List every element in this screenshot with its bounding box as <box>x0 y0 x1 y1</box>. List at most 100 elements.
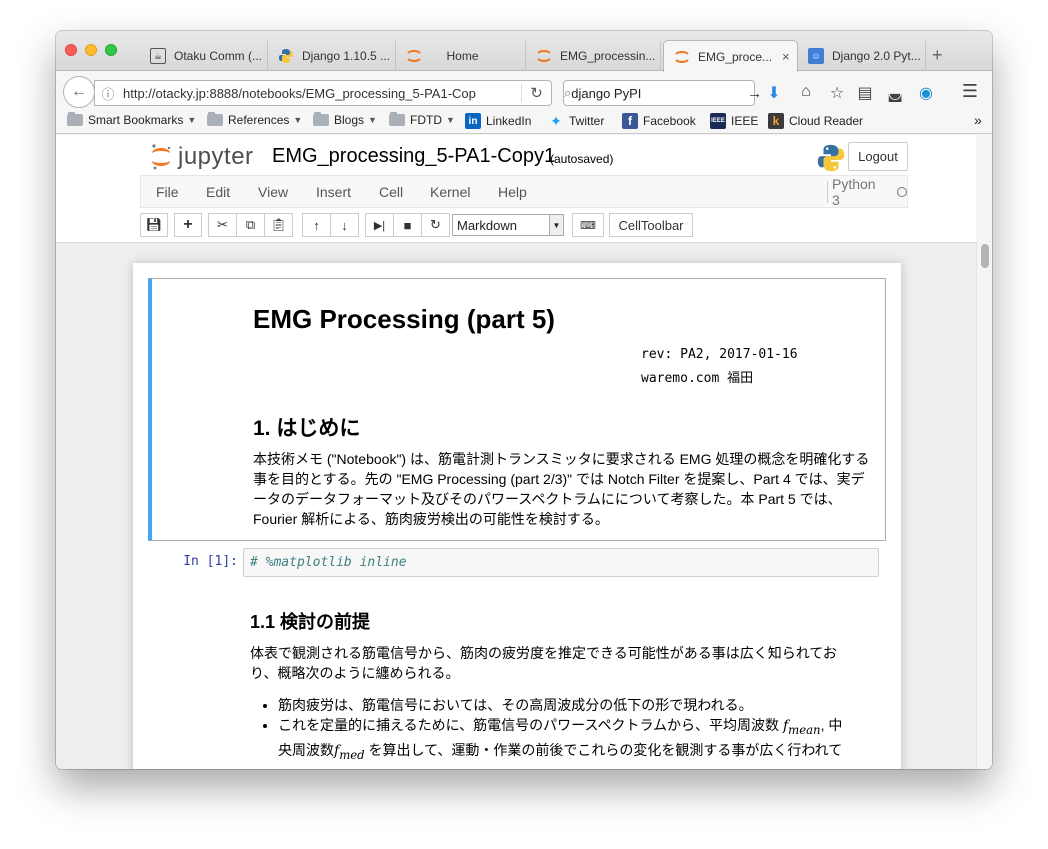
download-icon[interactable]: ⬇ <box>764 83 784 103</box>
logout-button[interactable]: Logout <box>848 142 908 171</box>
jupyter-wordmark: jupyter <box>178 143 254 170</box>
premise-bullet-list: 筋肉疲労は、筋電信号においては、その高周波成分の低下の形で現われる。 これを定量… <box>250 695 850 769</box>
bookmark-linkedin[interactable]: in LinkedIn <box>465 113 531 129</box>
author-line: waremo.com 福田 <box>641 371 754 386</box>
menu-view[interactable]: View <box>258 184 288 200</box>
url-text[interactable]: http://otacky.jp:8888/notebooks/EMG_proc… <box>119 86 521 101</box>
bookmark-label: Cloud Reader <box>789 114 864 128</box>
close-window-button[interactable] <box>65 44 77 56</box>
revision-line: rev: PA2, 2017-01-16 <box>641 347 798 362</box>
move-down-button[interactable]: ↓ <box>330 213 359 237</box>
scrollbar-thumb[interactable] <box>981 244 989 268</box>
jupyter-logo[interactable]: jupyter <box>150 143 254 171</box>
paste-icon: 📋︎ <box>270 217 287 232</box>
bookmark-label: References <box>228 113 290 127</box>
bookmarks-bar: Smart Bookmarks ▼ References ▼ Blogs ▼ FDTD… <box>56 109 992 134</box>
chevron-down-icon: ▼ <box>446 115 455 125</box>
folder-icon <box>313 112 329 126</box>
bookmark-label: IEEE <box>731 114 759 128</box>
bookmark-cloud-reader[interactable]: k Cloud Reader <box>768 113 863 129</box>
bookmark-label: LinkedIn <box>486 114 532 128</box>
minimize-window-button[interactable] <box>85 44 97 56</box>
back-button[interactable]: ← <box>63 76 95 108</box>
bookmark-label: Smart Bookmarks <box>88 113 184 127</box>
tab-emg-proce-active[interactable]: EMG_proce... × <box>663 40 798 72</box>
list-item: 筋肉疲労は、筋電信号においては、その高周波成分の低下の形で現われる。 <box>278 695 850 715</box>
bookmark-star-icon[interactable]: ☆ <box>827 83 847 103</box>
cut-button[interactable]: ✂ <box>208 213 237 237</box>
chevron-down-icon: ▼ <box>549 215 563 235</box>
bookmark-ieee[interactable]: IEEE IEEE <box>710 113 758 129</box>
bookmark-overflow-chevron-icon[interactable]: » <box>974 112 982 128</box>
bookmark-facebook[interactable]: f Facebook <box>622 113 696 129</box>
info-icon[interactable]: ⓘ <box>97 84 119 103</box>
twitter-icon: ✦ <box>550 112 562 129</box>
menu-insert[interactable]: Insert <box>316 184 351 200</box>
bookmark-label: FDTD <box>410 113 442 127</box>
menu-cell[interactable]: Cell <box>379 184 403 200</box>
reload-icon[interactable]: ↻ <box>521 84 551 102</box>
zoom-window-button[interactable] <box>105 44 117 56</box>
bookmark-folder-blogs[interactable]: Blogs ▼ <box>313 112 377 127</box>
notebook-name[interactable]: EMG_processing_5-PA1-Copy1 <box>272 145 555 168</box>
tab-close-icon[interactable]: × <box>782 49 790 64</box>
pocket-icon[interactable]: ◛ <box>885 83 905 103</box>
menu-kernel[interactable]: Kernel <box>430 184 470 200</box>
save-icon: 💾︎ <box>145 217 163 232</box>
extension-icon[interactable]: ◉ <box>916 83 936 103</box>
tab-strip: ☕ Otaku Comm (... Django 1.10.5 ... Home… <box>56 31 992 72</box>
bookmark-label: Blogs <box>334 113 365 127</box>
paste-button[interactable]: 📋︎ <box>264 213 293 237</box>
insert-cell-button[interactable]: + <box>174 213 202 237</box>
reading-list-icon[interactable]: ▤ <box>855 83 875 103</box>
bookmark-folder-smart[interactable]: Smart Bookmarks ▼ <box>67 112 196 127</box>
bookmark-folder-fdtd[interactable]: FDTD ▼ <box>389 112 455 127</box>
code-cell[interactable]: In [1]: # %matplotlib inline <box>148 546 886 578</box>
interrupt-button[interactable]: ■ <box>393 213 422 237</box>
search-go-icon[interactable]: → <box>747 85 762 102</box>
tab-title: Django 2.0 Pyt... <box>832 49 921 63</box>
kernel-name: Python 3 <box>832 176 876 208</box>
linkedin-icon: in <box>465 113 481 129</box>
markdown-cell-selected[interactable]: EMG Processing (part 5) rev: PA2, 2017-0… <box>148 278 886 541</box>
cell-type-value: Markdown <box>457 217 517 233</box>
search-bar[interactable]: ⌕ → <box>563 80 762 106</box>
menu-edit[interactable]: Edit <box>206 184 230 200</box>
hamburger-menu-icon[interactable]: ☰ <box>960 81 980 102</box>
arrow-up-icon: ↑ <box>313 217 320 233</box>
command-palette-button[interactable]: ⌨ <box>572 213 604 237</box>
bullet-text: 筋肉疲労は、筋電信号においては、その高周波成分の低下の形で現われる。 <box>278 697 753 713</box>
menu-help[interactable]: Help <box>498 184 527 200</box>
url-bar[interactable]: ⓘ http://otacky.jp:8888/notebooks/EMG_pr… <box>94 80 552 106</box>
tab-emg-processing[interactable]: EMG_processin... <box>526 41 661 71</box>
save-button[interactable]: 💾︎ <box>140 213 168 237</box>
restart-button[interactable]: ↻ <box>421 213 450 237</box>
cell-type-select[interactable]: Markdown ▼ <box>452 214 564 236</box>
copy-button[interactable]: ⧉ <box>236 213 265 237</box>
keyboard-icon: ⌨ <box>580 219 596 232</box>
celltoolbar-button[interactable]: CellToolbar <box>609 213 693 237</box>
bookmark-label: Twitter <box>569 114 605 128</box>
tab-title: EMG_processin... <box>560 49 656 63</box>
bookmark-twitter[interactable]: ✦ Twitter <box>548 113 604 129</box>
folder-icon <box>389 112 405 126</box>
bullet-text: これを定量的に捕えるために、筋電信号のパワースペクトラムから、平均周波数 <box>278 717 780 733</box>
code-input[interactable]: # %matplotlib inline <box>243 548 879 577</box>
search-input[interactable] <box>571 85 748 101</box>
new-tab-button[interactable]: + <box>932 45 943 66</box>
scrollbar[interactable] <box>976 242 992 769</box>
tab-home[interactable]: Home <box>396 41 526 71</box>
run-cell-button[interactable]: ▶| <box>365 213 394 237</box>
bookmark-folder-references[interactable]: References ▼ <box>207 112 302 127</box>
tab-title: Home <box>446 49 479 63</box>
menu-file[interactable]: File <box>156 184 179 200</box>
plus-icon: + <box>183 216 193 233</box>
tab-otaku[interactable]: ☕ Otaku Comm (... <box>140 41 268 71</box>
copy-icon: ⧉ <box>245 217 256 232</box>
tab-django-1105[interactable]: Django 1.10.5 ... <box>268 41 396 71</box>
move-up-button[interactable]: ↑ <box>302 213 331 237</box>
python-logo-icon <box>816 143 846 173</box>
tab-django-20[interactable]: ☺ Django 2.0 Pyt... <box>798 41 926 71</box>
jupyter-header: jupyter EMG_processing_5-PA1-Copy1 (auto… <box>56 135 976 242</box>
home-icon[interactable]: ⌂ <box>796 83 816 101</box>
